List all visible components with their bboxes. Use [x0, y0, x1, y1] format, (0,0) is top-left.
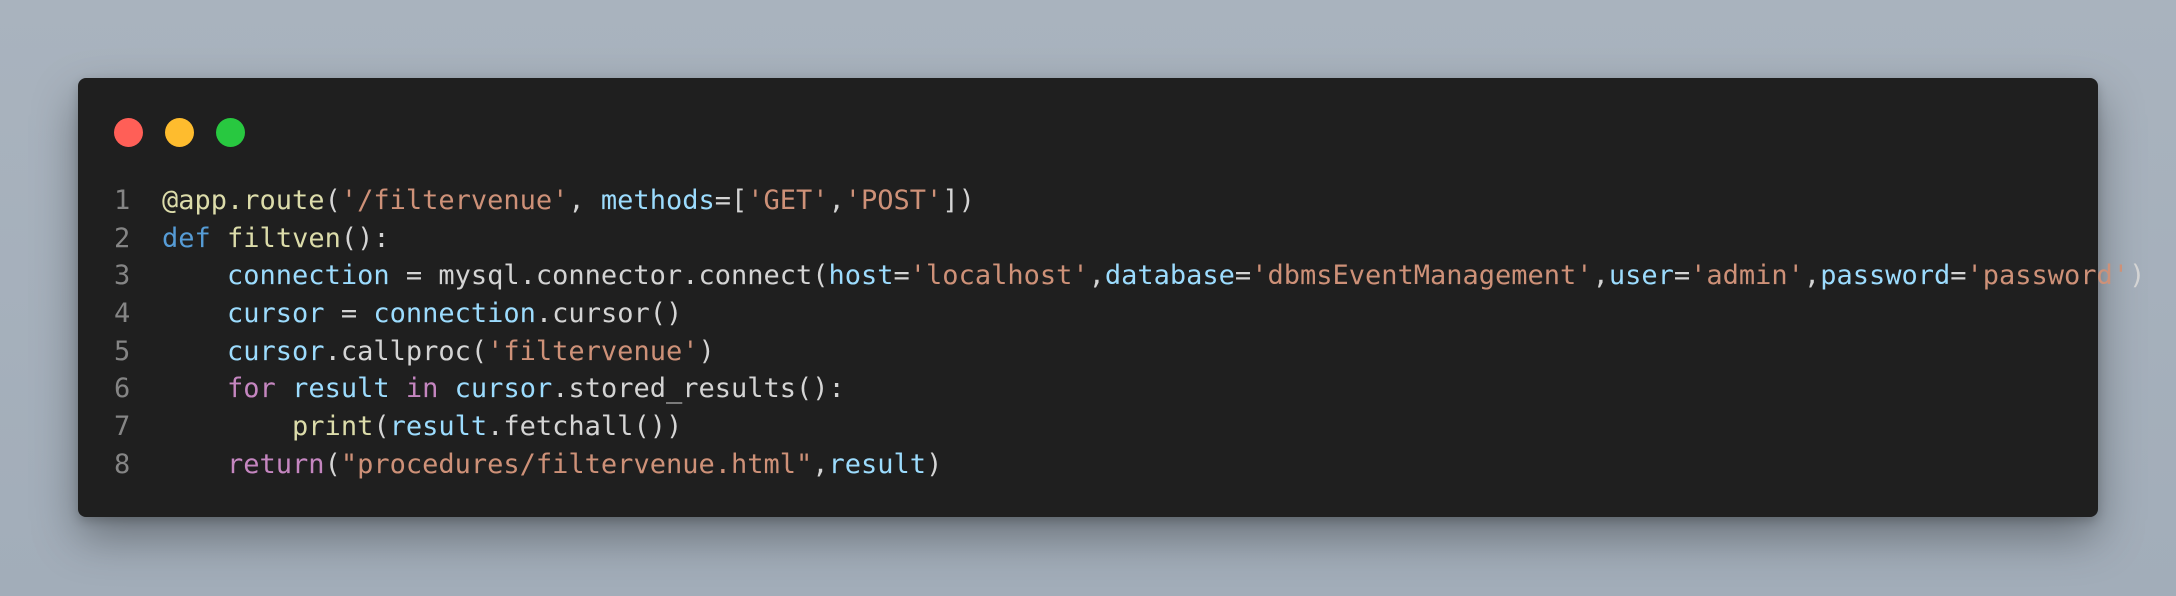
line-number: 8 — [114, 448, 131, 480]
code-token: password — [1820, 260, 1951, 292]
code-token: @app.route — [162, 185, 325, 216]
code-token: ( — [324, 448, 341, 480]
code-line: 5 cursor.callproc('filtervenue') — [114, 333, 2078, 371]
code-window: 1 @app.route('/filtervenue', methods=['GE… — [78, 78, 2145, 517]
code-line: 1 @app.route('/filtervenue', methods=['GE… — [114, 182, 2078, 220]
code-token: user — [1608, 260, 1674, 292]
code-token: (): — [340, 222, 390, 254]
code-token: = mysql.connector.connect( — [389, 260, 829, 292]
code-token: result — [292, 373, 390, 405]
code-token: cursor — [227, 335, 325, 367]
window-controls — [114, 118, 245, 147]
code-token: database — [1104, 260, 1235, 292]
code-token: "procedures/filtervenue.html" — [340, 448, 813, 480]
line-number: 5 — [114, 335, 131, 367]
code-token: = — [324, 298, 374, 330]
line-source: cursor = connection.cursor() — [162, 295, 682, 333]
code-token: .fetchall()) — [487, 411, 683, 443]
code-token: 'POST' — [844, 185, 943, 216]
code-token: 'filtervenue' — [487, 335, 699, 367]
code-token: , — [568, 185, 601, 216]
code-token: cursor — [454, 373, 553, 405]
code-token: ) — [926, 448, 943, 480]
code-token: ) — [2129, 260, 2146, 292]
code-token: , — [812, 448, 829, 480]
code-token: = — [1950, 260, 1967, 292]
code-token: 'localhost' — [909, 260, 1089, 292]
maximize-button[interactable] — [216, 118, 245, 147]
code-token: connection — [373, 298, 536, 330]
code-token: .callproc( — [324, 335, 488, 367]
code-token: ( — [324, 185, 341, 216]
code-token: ) — [698, 335, 715, 367]
code-token: def — [162, 222, 211, 254]
line-source: return("procedures/filtervenue.html",res… — [162, 446, 942, 484]
code-token: cursor — [227, 298, 325, 330]
line-source: cursor.callproc('filtervenue') — [162, 333, 715, 371]
code-block: 1 @app.route('/filtervenue', methods=['GE… — [114, 182, 2145, 484]
code-token: = — [893, 260, 910, 292]
code-token: = — [1673, 260, 1691, 292]
minimize-button[interactable] — [165, 118, 194, 147]
code-line: 3 connection = mysql.connector.connect(h… — [114, 257, 2145, 295]
code-token: , — [1803, 260, 1821, 292]
code-token: return — [227, 448, 325, 480]
line-source: connection = mysql.connector.connect(hos… — [162, 257, 2145, 295]
code-token: , — [828, 185, 845, 216]
code-token: for — [227, 373, 276, 405]
line-number: 1 — [114, 185, 131, 216]
code-token: ( — [373, 411, 390, 443]
line-source: def filtven(): — [162, 220, 390, 258]
code-token: print — [292, 411, 374, 443]
code-token: =[ — [714, 185, 748, 216]
code-token: , — [1088, 260, 1105, 292]
code-line: 6 for result in cursor.stored_results(): — [114, 370, 2078, 408]
code-token: 'password' — [1966, 260, 2130, 292]
line-number: 6 — [114, 373, 131, 405]
code-line: 8 return("procedures/filtervenue.html",r… — [114, 446, 2078, 484]
code-token: connection — [227, 260, 390, 292]
code-line: 7 print(result.fetchall()) — [114, 408, 2078, 446]
code-line: 2 def filtven(): — [114, 220, 2078, 258]
code-token: filtven — [227, 222, 341, 254]
line-source: @app.route('/filtervenue', methods=['GET… — [162, 182, 975, 220]
code-token: host — [828, 260, 894, 292]
code-token: methods — [600, 185, 715, 216]
line-number: 3 — [114, 260, 131, 292]
line-number: 4 — [114, 298, 131, 330]
line-source: for result in cursor.stored_results(): — [162, 370, 845, 408]
code-token: = — [1234, 260, 1252, 292]
code-token: .stored_results(): — [552, 373, 845, 405]
code-token: ]) — [942, 185, 975, 216]
code-token: 'admin' — [1690, 260, 1804, 292]
code-token: , — [1592, 260, 1609, 292]
code-token: in — [405, 373, 439, 405]
code-token: 'GET' — [747, 185, 829, 216]
close-button[interactable] — [114, 118, 143, 147]
code-line: 4 cursor = connection.cursor() — [114, 295, 2078, 333]
line-number: 2 — [114, 222, 131, 254]
line-source: print(result.fetchall()) — [162, 408, 682, 446]
code-token: result — [828, 448, 927, 480]
code-token: 'dbmsEventManagement' — [1251, 260, 1593, 292]
line-number: 7 — [114, 411, 131, 443]
code-token: result — [389, 411, 488, 443]
code-token: .cursor() — [535, 298, 683, 330]
code-token: '/filtervenue' — [340, 185, 569, 216]
